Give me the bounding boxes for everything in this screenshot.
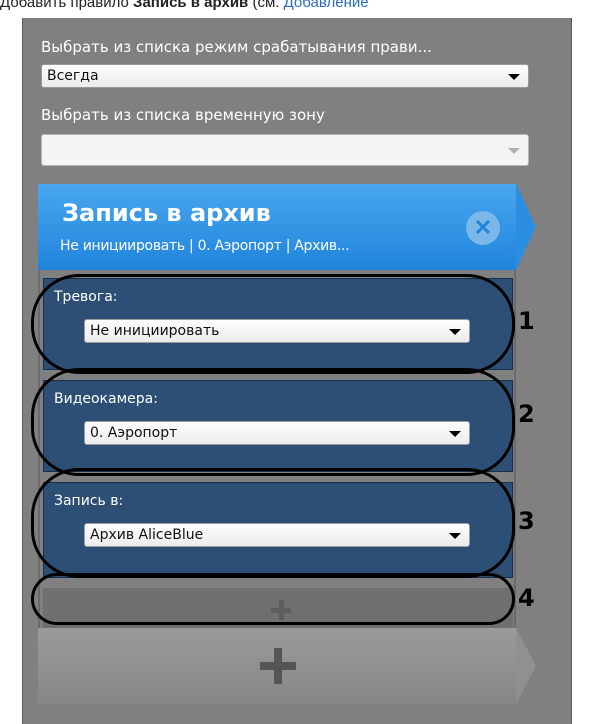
- time-zone-select[interactable]: [41, 134, 529, 166]
- close-icon[interactable]: ✕: [466, 211, 500, 245]
- trigger-mode-select[interactable]: Всегда: [41, 64, 529, 88]
- intro-middle: (см.: [248, 0, 284, 11]
- add-rule-button[interactable]: [38, 628, 536, 704]
- add-rule-arrow: [516, 628, 536, 704]
- intro-link[interactable]: Добавление: [284, 0, 369, 11]
- callout-number-3: 3: [518, 507, 535, 535]
- rule-summary: Не инициировать | 0. Аэропорт | Архив...: [60, 238, 350, 254]
- callout-oval-1: [31, 274, 515, 374]
- trigger-mode-value: Всегда: [47, 68, 99, 84]
- intro-prefix: Добавить правило: [0, 0, 134, 11]
- chevron-down-icon: [508, 74, 520, 80]
- document-intro-line: Добавить правило Запись в архив (см. Доб…: [0, 0, 594, 16]
- intro-rule-name: Запись в архив: [133, 0, 249, 11]
- callout-oval-3: [31, 468, 515, 578]
- rule-header[interactable]: Запись в архив Не инициировать | 0. Аэро…: [38, 184, 536, 270]
- rule-settings-panel: Выбрать из списка режим срабатывания пра…: [22, 18, 572, 724]
- plus-icon: [260, 648, 296, 684]
- callout-number-2: 2: [518, 400, 535, 428]
- trigger-mode-label: Выбрать из списка режим срабатывания пра…: [41, 38, 432, 56]
- callout-oval-2: [31, 368, 515, 476]
- rule-header-arrow: [516, 184, 536, 270]
- rule-title: Запись в архив: [62, 199, 271, 227]
- time-zone-label: Выбрать из списка временную зону: [41, 106, 325, 124]
- callout-number-4: 4: [518, 584, 535, 612]
- callout-number-1: 1: [518, 307, 535, 335]
- callout-oval-4: [31, 573, 515, 625]
- chevron-down-icon: [508, 148, 520, 154]
